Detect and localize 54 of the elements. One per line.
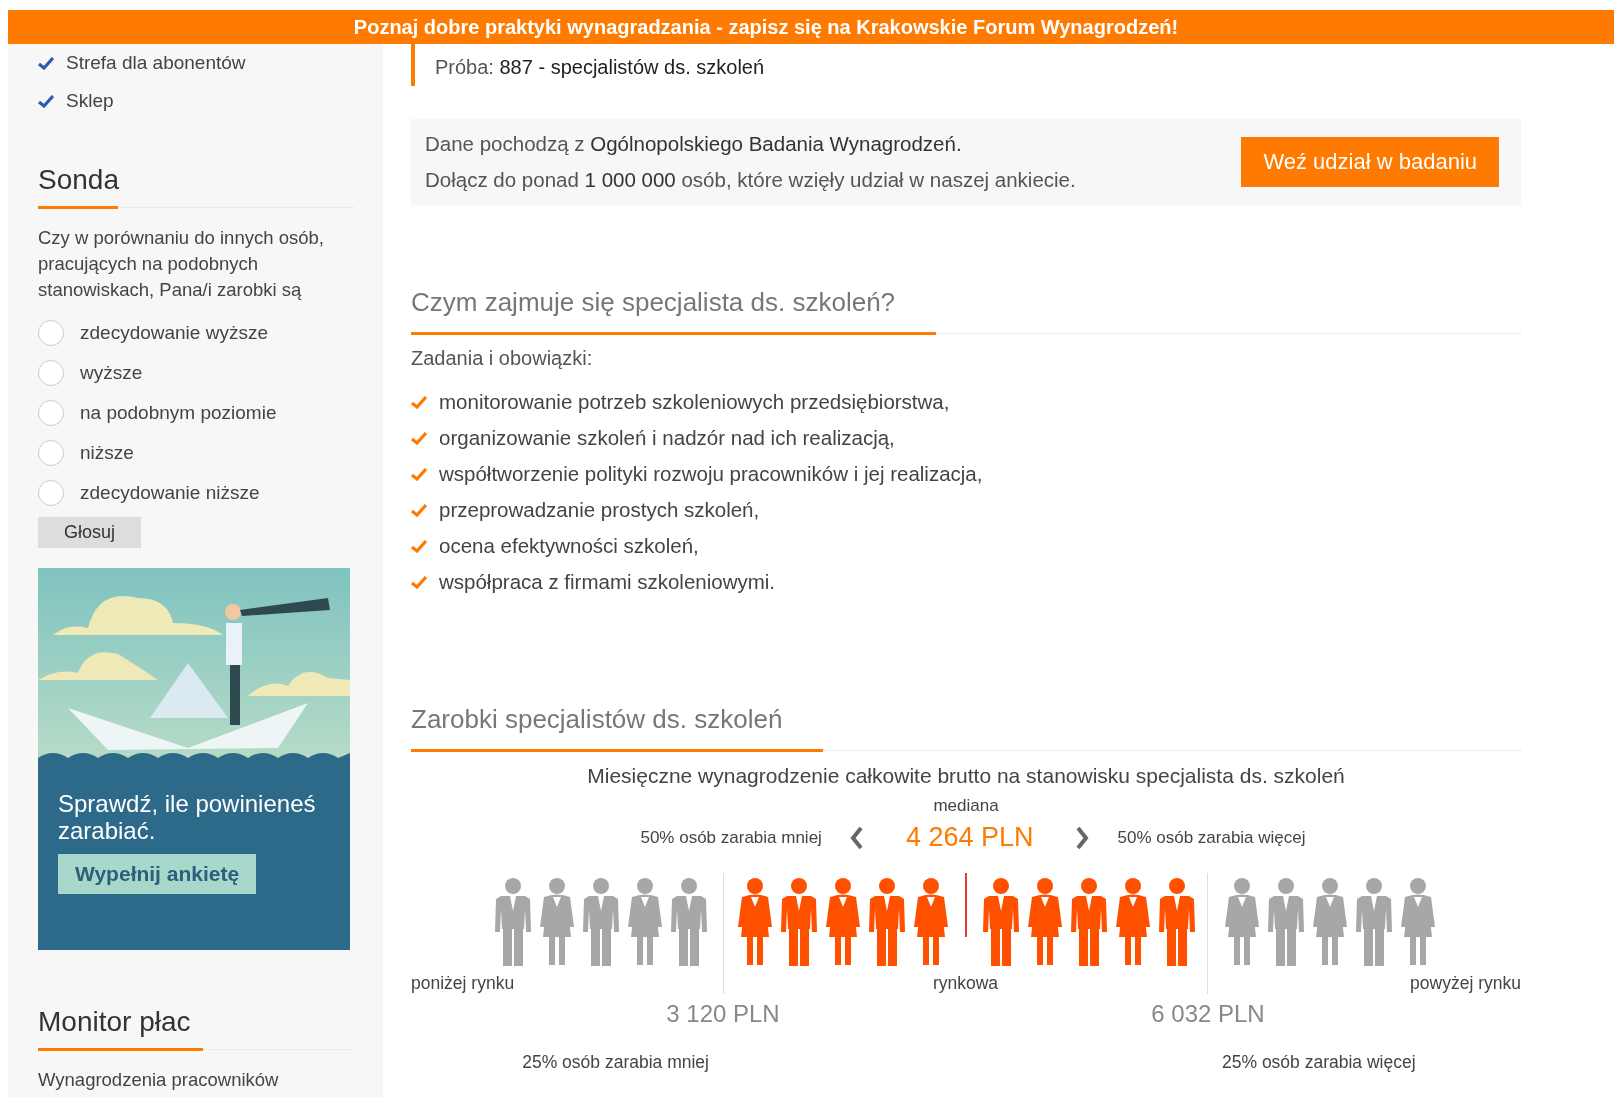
radio-button[interactable] [38,360,64,386]
median-value: 4 264 PLN [904,822,1035,853]
radio-button[interactable] [38,400,64,426]
sidebar-link[interactable]: Strefa dla abonentów [66,52,246,74]
lower-quartile-value: 3 120 PLN [665,999,781,1029]
duty-item: współpraca z firmami szkoleniowymi. [439,570,776,594]
upper-quartile-value: 6 032 PLN [1150,999,1266,1029]
duties-subtitle: Zadania i obowiązki: [411,347,594,370]
salary-caption: Miesięczne wynagrodzenie całkowite brutto na stanowisku specjalista ds. szkoleń [586,764,1346,788]
poll-title: Sonda [38,164,120,197]
more-half-text: 50% osób zarabia więcej [1117,827,1306,848]
duty-item: organizowanie szkoleń i nadzór nad ich realizacją, [439,426,895,450]
check-icon [411,467,427,481]
radio-label: wyższe [80,362,143,384]
median-label: mediana [932,796,1000,816]
ad-panel[interactable]: Sprawdź, ile powinieneś zarabiać. Wypełnij ankietę [38,568,350,950]
vote-button[interactable]: Głosuj [38,517,142,548]
check-icon [411,395,427,409]
sample-info: Próba: 887 - specjalistów ds. szkoleń [411,44,1521,86]
radio-button[interactable] [38,440,64,466]
poll-question: Czy w porównaniu do innych osób, pracujących na podobnych stanowiskach, Pana/i zarobki są [38,226,325,302]
duty-item: przeprowadzanie prostych szkoleń, [439,498,760,522]
less-half-text: 50% osób zarabia mniej [640,827,822,848]
above-market-label: powyżej rynku [1410,972,1521,994]
info-text: Dane pochodzą z Ogólnopolskiego Badania Wynagrodzeń. [425,131,963,157]
check-icon [38,94,54,108]
chevron-left-icon [849,825,864,850]
less-quarter-text: 25% osób zarabia mniej [522,1051,710,1074]
duty-item: współtworzenie polityki rozwoju pracowników i jej realizacja, [439,462,983,486]
monitor-text: Wynagrodzenia pracowników [38,1068,280,1092]
duties-heading: Czym zajmuje się specjalista ds. szkoleń? [411,287,897,319]
check-icon [411,575,427,589]
duty-item: monitorowanie potrzeb szkoleniowych przedsiębiorstwa, [439,390,950,414]
radio-label: zdecydowanie wyższe [80,322,268,344]
radio-label: zdecydowanie niższe [80,482,260,504]
below-market-label: poniżej rynku [411,972,515,994]
radio-button[interactable] [38,480,64,506]
info-text: Dołącz do ponad 1 000 000 osób, które wzięły udział w naszej ankiecie. [425,167,1076,193]
survey-button[interactable]: Wypełnij ankietę [58,854,257,894]
radio-label: na podobnym poziomie [80,402,277,424]
ad-text: Sprawdź, ile powinieneś zarabiać. [57,789,317,846]
check-icon [38,56,54,70]
radio-label: niższe [80,442,134,464]
check-icon [411,539,427,553]
monitor-title: Monitor płac [38,1006,192,1039]
radio-button[interactable] [38,320,64,346]
salary-heading: Zarobki specjalistów ds. szkoleń [411,704,784,736]
market-label: rynkowa [932,972,999,994]
sidebar-link[interactable]: Sklep [66,90,114,112]
more-quarter-text: 25% osób zarabia więcej [1221,1051,1416,1074]
check-icon [411,431,427,445]
chevron-right-icon [1075,825,1090,850]
check-icon [411,503,427,517]
duty-item: ocena efektywności szkoleń, [439,534,699,558]
